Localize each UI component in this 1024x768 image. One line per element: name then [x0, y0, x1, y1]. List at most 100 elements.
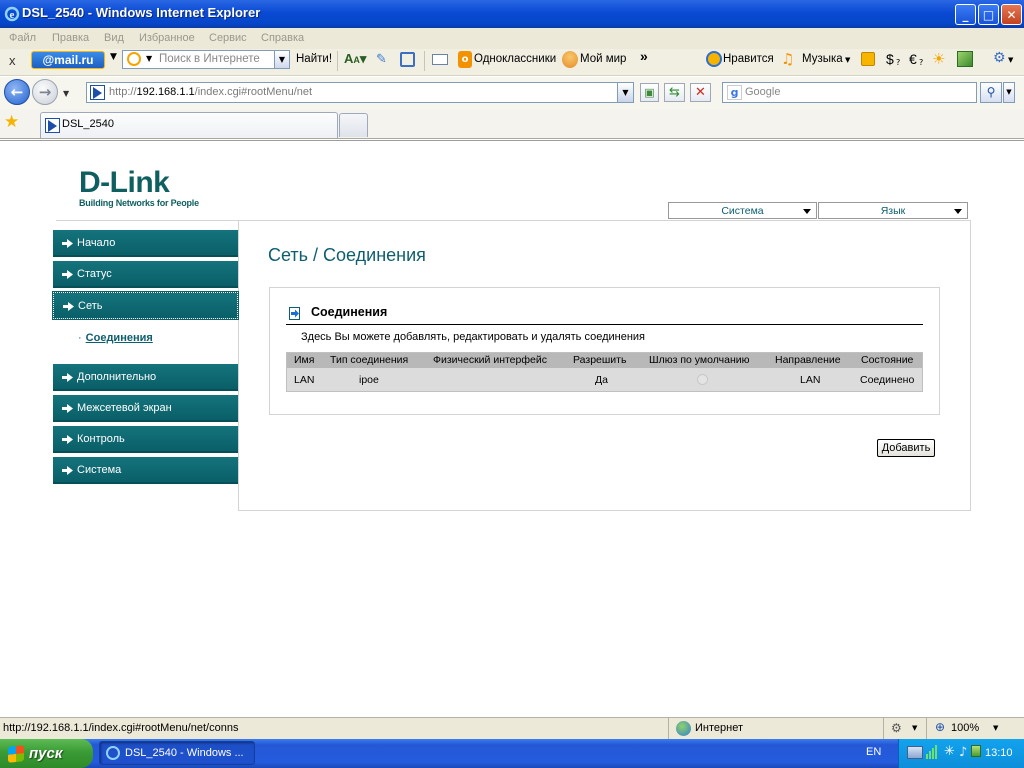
toolbar-settings-icon[interactable]: ⚙ — [993, 50, 1006, 66]
security-zone: Интернет — [695, 722, 743, 734]
font-size-icon[interactable]: AA▾ — [344, 51, 366, 67]
maps-icon[interactable] — [957, 51, 973, 67]
music-icon: ♫ — [781, 50, 795, 68]
like-button[interactable]: Нравится — [723, 53, 774, 65]
mail-envelope-icon[interactable] — [432, 54, 448, 65]
menu-file[interactable]: Файл — [9, 32, 36, 44]
col-name: Имя — [294, 354, 315, 366]
svg-text:e: e — [10, 9, 15, 21]
menu-favorites[interactable]: Избранное — [139, 32, 195, 44]
col-enabled: Разрешить — [573, 354, 627, 366]
search-go-icon[interactable]: ⚲ — [980, 82, 1002, 103]
menu-item-label: Статус — [77, 268, 112, 280]
magnifier-icon[interactable] — [400, 52, 415, 67]
arrow-right-icon — [62, 466, 73, 475]
widget-icon[interactable] — [861, 52, 875, 66]
menu-item-start[interactable]: Начало — [53, 230, 238, 257]
menu-help[interactable]: Справка — [261, 32, 304, 44]
menu-item-network[interactable]: Сеть — [52, 291, 239, 320]
taskbar-item-label: DSL_2540 - Windows ... — [125, 747, 244, 759]
zoom-icon[interactable]: ⊕ — [935, 720, 945, 734]
submenu-item-connections[interactable]: · Соединения — [78, 332, 153, 344]
status-separator — [926, 718, 927, 739]
language-indicator[interactable]: EN — [866, 746, 881, 758]
stop-icon[interactable]: ✕ — [690, 83, 711, 102]
menu-item-label: Межсетевой экран — [77, 402, 172, 414]
menu-edit[interactable]: Правка — [52, 32, 89, 44]
forward-button[interactable]: → — [32, 79, 58, 105]
restore-button[interactable]: □ — [978, 4, 999, 25]
network-icon[interactable] — [907, 746, 923, 759]
search-dropdown-icon[interactable]: ▼ — [274, 51, 289, 68]
search-provider-arrow-icon[interactable]: ▼ — [146, 54, 152, 63]
menu-item-status[interactable]: Статус — [53, 261, 238, 288]
menu-bar: Файл Правка Вид Избранное Сервис Справка — [0, 28, 1024, 49]
clock[interactable]: 13:10 — [985, 747, 1013, 759]
menu-item-label: Сеть — [78, 300, 103, 312]
close-button[interactable]: ✕ — [1001, 4, 1022, 25]
currency-euro-question-icon: ? — [919, 58, 924, 67]
window-title: DSL_2540 - Windows Internet Explorer — [22, 5, 261, 20]
system-select[interactable]: Система — [668, 202, 817, 219]
currency-dollar-question-icon: ? — [896, 58, 901, 67]
arrow-right-icon — [62, 373, 73, 382]
protected-mode-dropdown-icon[interactable]: ▼ — [912, 724, 917, 732]
ie-icon — [106, 746, 120, 760]
add-button[interactable]: Добавить — [877, 439, 935, 457]
address-dropdown-icon[interactable]: ▼ — [617, 83, 633, 102]
compatibility-view-icon[interactable]: ▣ — [640, 83, 659, 102]
menu-view[interactable]: Вид — [104, 32, 124, 44]
new-tab-button[interactable] — [339, 113, 368, 137]
toolbar-close-button[interactable]: x — [9, 53, 16, 68]
moimir-link[interactable]: Мой мир — [580, 53, 626, 65]
music-button[interactable]: Музыка — [802, 53, 843, 65]
weather-icon[interactable]: ☀ — [932, 50, 945, 68]
refresh-icon[interactable]: ⇆ — [664, 83, 685, 102]
menu-tools[interactable]: Сервис — [209, 32, 247, 44]
menu-item-control[interactable]: Контроль — [53, 426, 238, 453]
system-select-label: Система — [721, 205, 764, 217]
back-button[interactable]: ← — [4, 79, 30, 105]
mailru-logo[interactable]: @mail.ru — [31, 51, 105, 69]
start-button[interactable]: пуск — [0, 739, 93, 768]
minimize-button[interactable]: _ — [955, 4, 976, 25]
mailru-menu-arrow-icon[interactable]: ▼ — [110, 52, 117, 62]
arrow-right-icon — [62, 435, 73, 444]
find-button[interactable]: Найти! — [296, 53, 332, 65]
taskbar-item-ie[interactable]: DSL_2540 - Windows ... — [99, 741, 255, 765]
toolbar-separator — [337, 51, 338, 71]
menu-item-firewall[interactable]: Межсетевой экран — [53, 395, 238, 422]
window-titlebar[interactable]: e DSL_2540 - Windows Internet Explorer — [0, 0, 1024, 28]
settings-dropdown-icon[interactable]: ▼ — [1008, 56, 1013, 64]
favorites-star-icon[interactable]: ★ — [4, 112, 19, 132]
currency-euro-icon[interactable]: € — [909, 51, 917, 67]
chevron-down-icon — [803, 209, 811, 214]
music-dropdown-icon[interactable]: ▼ — [845, 56, 850, 64]
mailru-search-input[interactable]: ▼ Поиск в Интернете ▼ — [122, 50, 290, 69]
volume-icon[interactable]: ♪ — [959, 745, 967, 760]
history-dropdown-icon[interactable]: ▼ — [63, 89, 69, 98]
protected-mode-icon[interactable]: ⚙ — [891, 721, 902, 735]
google-icon: g — [727, 85, 742, 100]
highlight-pen-icon[interactable]: ✎ — [376, 52, 387, 67]
odnoklassniki-link[interactable]: Одноклассники — [474, 53, 556, 65]
google-search-input[interactable]: g Google — [722, 82, 977, 103]
globe-icon — [676, 721, 691, 736]
default-gateway-radio[interactable] — [697, 374, 708, 385]
currency-dollar-icon[interactable]: $ — [886, 51, 894, 67]
menu-item-advanced[interactable]: Дополнительно — [53, 364, 238, 391]
zoom-level[interactable]: 100% — [951, 722, 979, 734]
menu-item-system[interactable]: Система — [53, 457, 238, 484]
zoom-dropdown-icon[interactable]: ▼ — [993, 724, 998, 732]
language-select[interactable]: Язык — [818, 202, 968, 219]
safely-remove-icon[interactable] — [971, 745, 981, 757]
moimir-icon — [562, 51, 578, 68]
toolbar-more-icon[interactable]: » — [640, 48, 648, 64]
arrow-right-icon — [62, 404, 73, 413]
signal-icon[interactable] — [926, 745, 940, 759]
search-options-icon[interactable]: ▼ — [1003, 82, 1015, 103]
address-bar[interactable]: http://192.168.1.1/index.cgi#rootMenu/ne… — [86, 82, 634, 103]
tab-dsl2540[interactable]: DSL_2540 — [40, 112, 338, 138]
cell-enabled: Да — [595, 374, 608, 386]
sync-icon[interactable]: ✳ — [944, 744, 955, 759]
